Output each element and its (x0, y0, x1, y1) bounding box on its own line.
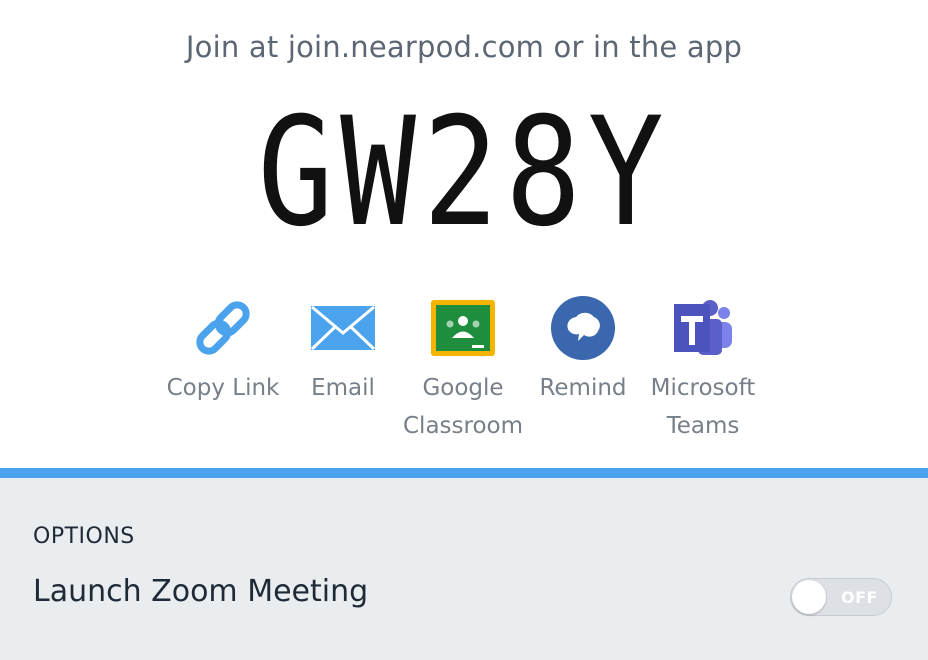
launch-zoom-toggle[interactable]: OFF (790, 578, 892, 616)
email-button[interactable]: Email (283, 295, 403, 407)
microsoft-teams-icon (674, 300, 732, 355)
remind-button[interactable]: Remind (523, 295, 643, 407)
remind-icon (551, 296, 615, 360)
link-icon (196, 301, 250, 355)
join-code-section: Join at join.nearpod.com or in the app G… (0, 0, 928, 468)
email-label: Email (311, 375, 375, 401)
options-heading: OPTIONS (33, 524, 135, 549)
envelope-icon (310, 305, 376, 351)
copy-link-button[interactable]: Copy Link (163, 295, 283, 407)
toggle-knob (792, 580, 826, 614)
microsoft-teams-button[interactable]: Microsoft Teams (643, 295, 763, 445)
join-instructions: Join at join.nearpod.com or in the app (185, 30, 743, 64)
options-section: OPTIONS Launch Zoom Meeting OFF (0, 478, 928, 660)
microsoft-teams-label: Microsoft Teams (650, 375, 756, 439)
share-join-code-panel: Join at join.nearpod.com or in the app G… (0, 0, 928, 660)
accent-divider (0, 468, 928, 478)
google-classroom-button[interactable]: Google Classroom (403, 295, 523, 445)
google-classroom-icon (431, 300, 495, 356)
copy-link-label: Copy Link (166, 375, 280, 401)
google-classroom-label: Google Classroom (403, 375, 524, 439)
launch-zoom-label: Launch Zoom Meeting (33, 574, 369, 609)
join-code: GW28Y (257, 86, 671, 260)
remind-label: Remind (539, 375, 627, 401)
toggle-state-text: OFF (841, 588, 878, 607)
